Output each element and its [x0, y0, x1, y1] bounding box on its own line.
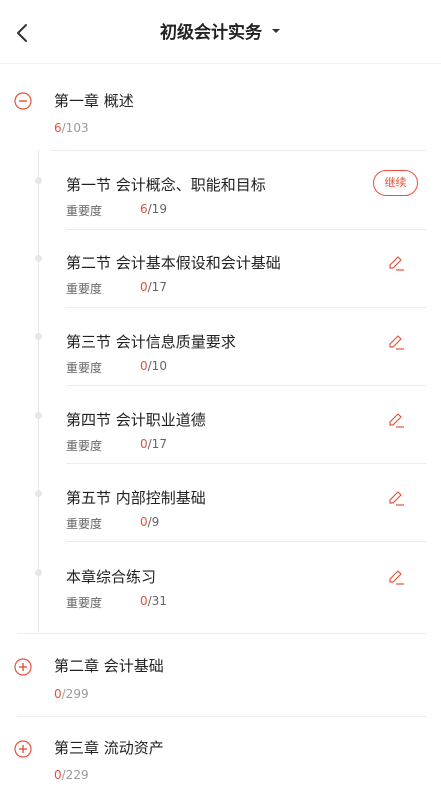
chapter-done-count: 6	[54, 121, 62, 135]
section-title: 第二节 会计基本假设和会计基础	[66, 254, 281, 272]
section-progress: 0/17	[140, 437, 167, 451]
edit-pen-icon[interactable]	[386, 252, 406, 272]
section-item[interactable]: 第一节 会计概念、职能和目标 重要度 6/19 继续	[0, 170, 441, 252]
section-total-count: /17	[147, 280, 167, 294]
importance-label: 重要度	[66, 282, 103, 296]
section-done-count: 0	[140, 515, 148, 529]
chapter-progress: 0/229	[54, 768, 89, 782]
collapse-minus-icon[interactable]	[14, 92, 32, 110]
importance-label: 重要度	[66, 517, 103, 531]
section-item[interactable]: 第四节 会计职业道德 重要度 0/17	[0, 409, 441, 487]
edit-pen-icon[interactable]	[386, 566, 406, 586]
subject-selector[interactable]: 初级会计实务	[0, 18, 441, 43]
section-title: 第四节 会计职业道德	[66, 411, 206, 429]
divider	[66, 463, 426, 464]
section-done-count: 0	[140, 280, 148, 294]
chapter-title: 第一章 概述	[54, 92, 134, 110]
section-title: 第一节 会计概念、职能和目标	[66, 176, 266, 194]
section-done-count: 6	[140, 202, 148, 216]
section-progress: 0/31	[140, 594, 167, 608]
chapter-total-count: /103	[61, 121, 89, 135]
edit-pen-icon[interactable]	[386, 331, 406, 351]
chapter-title: 第三章 流动资产	[54, 739, 164, 757]
chapter-2[interactable]: 第二章 会计基础 0/299	[0, 655, 441, 705]
section-item[interactable]: 第三节 会计信息质量要求 重要度 0/10	[0, 331, 441, 409]
divider	[17, 716, 426, 717]
page-title: 初级会计实务	[159, 23, 262, 43]
section-total-count: /10	[147, 359, 167, 373]
section-total-count: /9	[147, 515, 160, 529]
importance-label: 重要度	[66, 596, 103, 610]
section-total-count: /19	[147, 202, 167, 216]
divider	[66, 307, 426, 308]
chapter-progress: 6/103	[54, 121, 89, 135]
top-bar: 初级会计实务	[0, 0, 441, 64]
section-done-count: 0	[140, 359, 148, 373]
chapter-1[interactable]: 第一章 概述 6/103	[0, 88, 441, 138]
continue-button[interactable]: 继续	[373, 170, 418, 196]
divider	[66, 229, 426, 230]
divider	[50, 150, 426, 151]
section-item[interactable]: 第五节 内部控制基础 重要度 0/9	[0, 487, 441, 565]
section-progress: 0/17	[140, 280, 167, 294]
divider	[66, 541, 426, 542]
chapter-3[interactable]: 第三章 流动资产 0/229	[0, 737, 441, 787]
section-total-count: /17	[147, 437, 167, 451]
divider	[17, 633, 426, 634]
section-title: 第五节 内部控制基础	[66, 489, 206, 507]
expand-plus-icon[interactable]	[14, 740, 32, 758]
chapter-done-count: 0	[54, 687, 62, 701]
section-done-count: 0	[140, 437, 148, 451]
section-item[interactable]: 第二节 会计基本假设和会计基础 重要度 0/17	[0, 252, 441, 330]
expand-plus-icon[interactable]	[14, 658, 32, 676]
section-progress: 0/10	[140, 359, 167, 373]
importance-label: 重要度	[66, 204, 103, 218]
caret-down-icon	[272, 28, 281, 33]
edit-pen-icon[interactable]	[386, 487, 406, 507]
section-done-count: 0	[140, 594, 148, 608]
chapter-done-count: 0	[54, 768, 62, 782]
section-title: 本章综合练习	[66, 568, 157, 586]
section-title: 第三节 会计信息质量要求	[66, 333, 236, 351]
chapter-progress: 0/299	[54, 687, 89, 701]
importance-label: 重要度	[66, 361, 103, 375]
edit-pen-icon[interactable]	[386, 409, 406, 429]
chapter-total-count: /229	[61, 768, 89, 782]
section-progress: 0/9	[140, 515, 159, 529]
chapter-total-count: /299	[61, 687, 89, 701]
section-total-count: /31	[147, 594, 167, 608]
section-progress: 6/19	[140, 202, 167, 216]
importance-label: 重要度	[66, 439, 103, 453]
divider	[66, 385, 426, 386]
chapter-title: 第二章 会计基础	[54, 657, 164, 675]
